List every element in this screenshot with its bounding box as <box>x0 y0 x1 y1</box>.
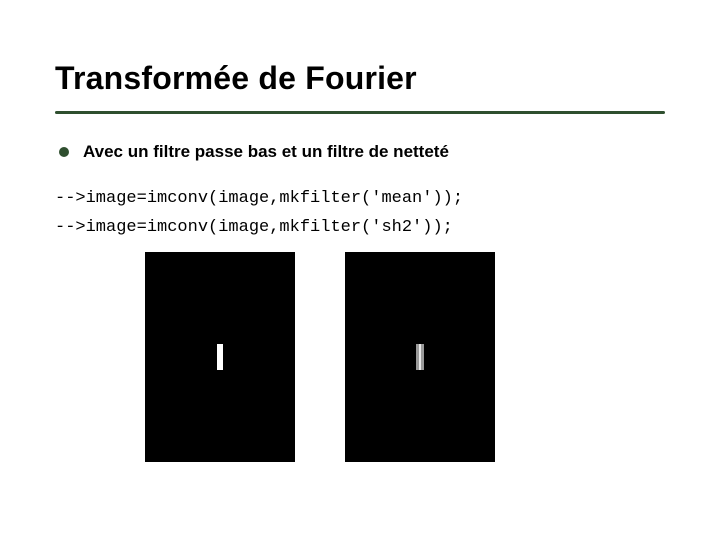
image-row <box>145 252 665 462</box>
center-mark-bright <box>217 344 223 370</box>
title-underline <box>55 111 665 114</box>
slide: Transformée de Fourier Avec un filtre pa… <box>0 0 720 540</box>
bullet-item: Avec un filtre passe bas et un filtre de… <box>59 142 665 162</box>
center-mark-gradient <box>416 344 424 370</box>
fourier-image-mean <box>145 252 295 462</box>
fourier-image-sh2 <box>345 252 495 462</box>
code-line-1: -->image=imconv(image,mkfilter('mean')); <box>55 188 665 211</box>
slide-title: Transformée de Fourier <box>55 60 665 97</box>
code-line-2: -->image=imconv(image,mkfilter('sh2')); <box>55 217 665 240</box>
bullet-dot-icon <box>59 147 69 157</box>
bullet-text: Avec un filtre passe bas et un filtre de… <box>83 142 449 162</box>
